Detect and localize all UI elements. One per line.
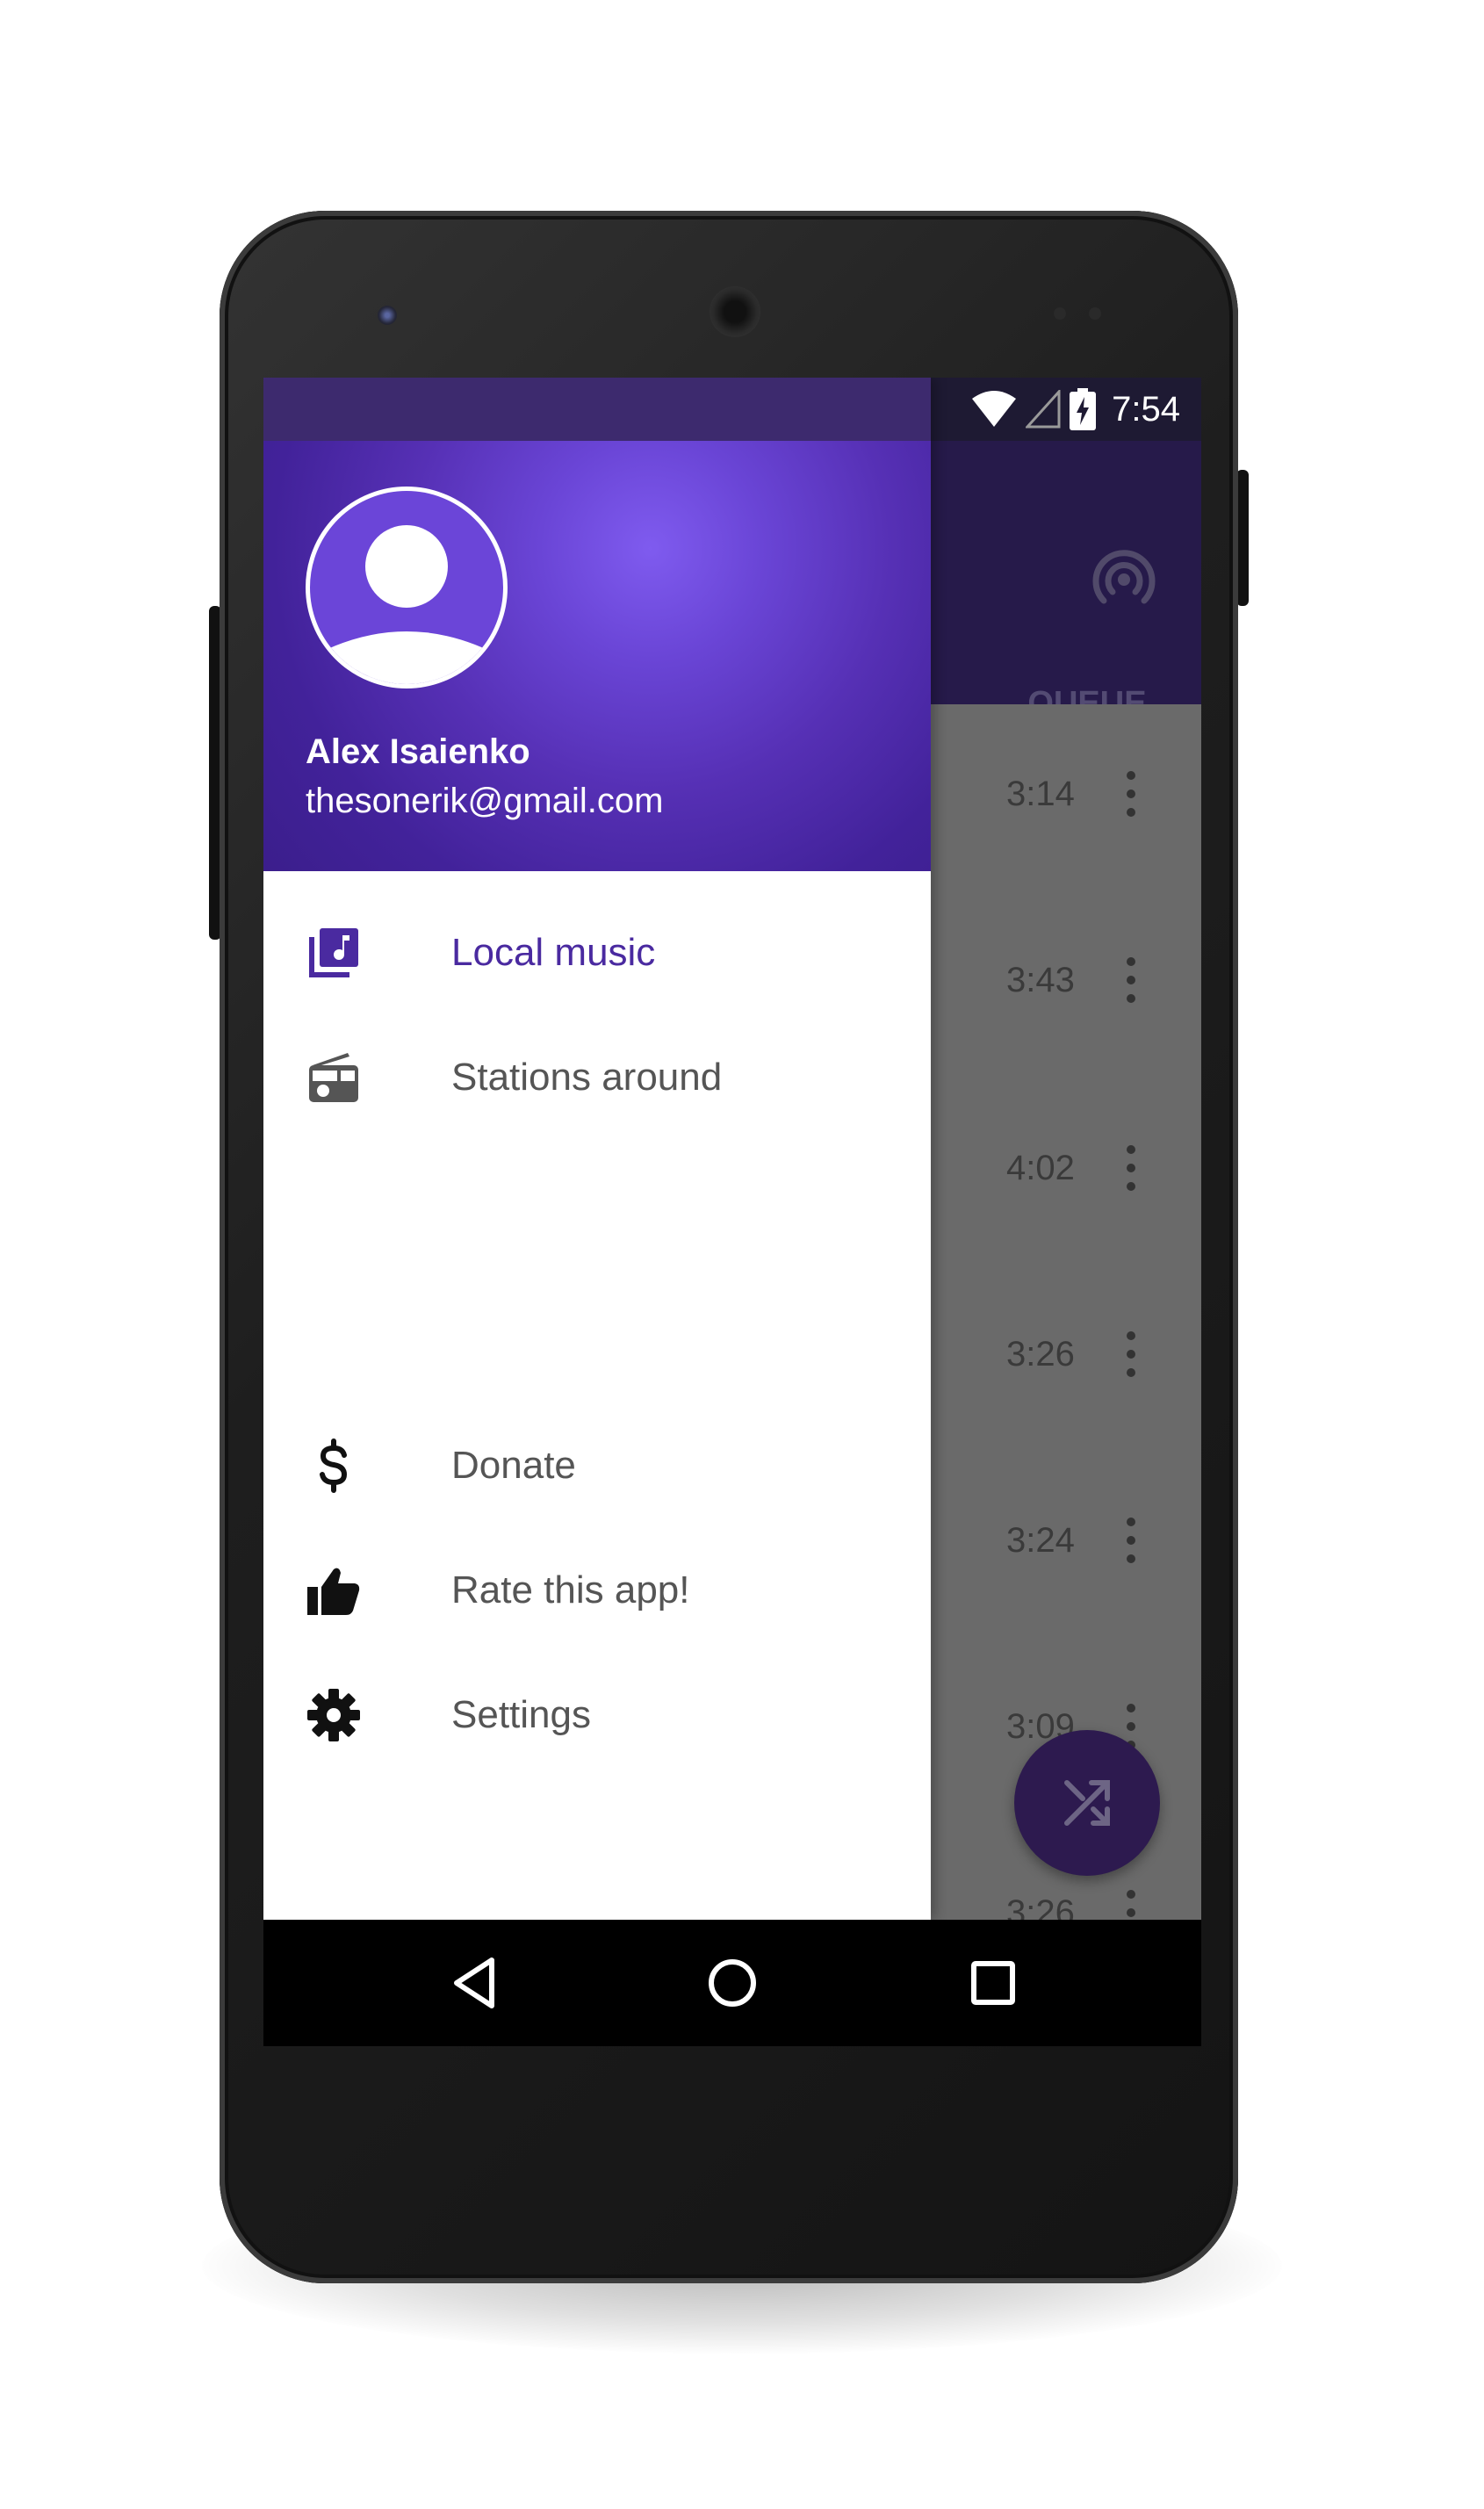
navigation-drawer: Alex Isaienko thesonerik@gmail.com Local… bbox=[263, 378, 931, 1920]
track-duration: 3:14 bbox=[1006, 775, 1075, 813]
drawer-item-label: Stations around bbox=[451, 1056, 723, 1099]
radio-icon bbox=[309, 1053, 358, 1102]
shuffle-fab[interactable] bbox=[1014, 1730, 1160, 1876]
cell-signal-icon bbox=[1026, 390, 1061, 429]
track-duration: 3:26 bbox=[1006, 1335, 1075, 1373]
track-duration: 3:24 bbox=[1006, 1521, 1075, 1560]
drawer-item-donate[interactable]: Donate bbox=[263, 1409, 931, 1523]
track-row[interactable]: 3:14 bbox=[931, 768, 1194, 820]
drawer-item-label: Local music bbox=[451, 931, 656, 974]
power-button bbox=[1236, 470, 1249, 606]
earpiece-speaker bbox=[710, 286, 760, 337]
wifi-icon bbox=[972, 391, 1017, 427]
drawer-item-label: Donate bbox=[451, 1444, 576, 1487]
more-vert-icon[interactable] bbox=[1113, 1145, 1149, 1191]
light-sensor bbox=[1089, 307, 1101, 320]
person-icon bbox=[310, 525, 503, 684]
drawer-item-stations-around[interactable]: Stations around bbox=[263, 1020, 931, 1135]
battery-charging-icon bbox=[1070, 388, 1097, 430]
user-email: thesonerik@gmail.com bbox=[306, 782, 664, 820]
user-name: Alex Isaienko bbox=[306, 732, 530, 771]
status-time: 7:54 bbox=[1112, 389, 1180, 429]
system-nav-bar bbox=[263, 1920, 1201, 2046]
thumb-up-icon bbox=[307, 1568, 360, 1615]
drawer-item-label: Settings bbox=[451, 1693, 591, 1736]
track-duration: 4:02 bbox=[1006, 1149, 1075, 1187]
track-row[interactable]: 4:02 bbox=[931, 1142, 1194, 1194]
more-vert-icon[interactable] bbox=[1113, 957, 1149, 1003]
library-music-icon bbox=[309, 928, 358, 977]
more-vert-icon[interactable] bbox=[1113, 1518, 1149, 1563]
track-duration: 3:43 bbox=[1006, 961, 1075, 999]
avatar[interactable] bbox=[306, 487, 508, 689]
home-icon[interactable] bbox=[701, 1951, 764, 2015]
drawer-status-bar bbox=[263, 378, 931, 441]
track-row[interactable]: 3:24 bbox=[931, 1514, 1194, 1567]
drawer-item-rate-app[interactable]: Rate this app! bbox=[263, 1533, 931, 1647]
drawer-header: Alex Isaienko thesonerik@gmail.com bbox=[263, 441, 931, 871]
proximity-sensor bbox=[1054, 307, 1066, 320]
gear-icon bbox=[307, 1689, 360, 1741]
drawer-item-local-music[interactable]: Local music bbox=[263, 896, 931, 1010]
recents-icon[interactable] bbox=[962, 1951, 1025, 2015]
shuffle-icon bbox=[1064, 1780, 1110, 1826]
back-icon[interactable] bbox=[446, 1951, 509, 2015]
track-row[interactable]: 3:26 bbox=[931, 1328, 1194, 1381]
more-vert-icon[interactable] bbox=[1113, 1331, 1149, 1377]
dollar-icon bbox=[320, 1438, 348, 1493]
drawer-item-label: Rate this app! bbox=[451, 1568, 690, 1611]
more-vert-icon[interactable] bbox=[1113, 771, 1149, 817]
track-row[interactable]: 3:43 bbox=[931, 954, 1194, 1006]
phone-screen: 7:54 QUEUE 3:14 3:43 4:02 3:26 3:24 3:09… bbox=[263, 378, 1201, 2046]
drawer-item-settings[interactable]: Settings bbox=[263, 1658, 931, 1772]
front-camera bbox=[378, 306, 397, 325]
cast-broadcast-icon[interactable] bbox=[1089, 544, 1159, 615]
